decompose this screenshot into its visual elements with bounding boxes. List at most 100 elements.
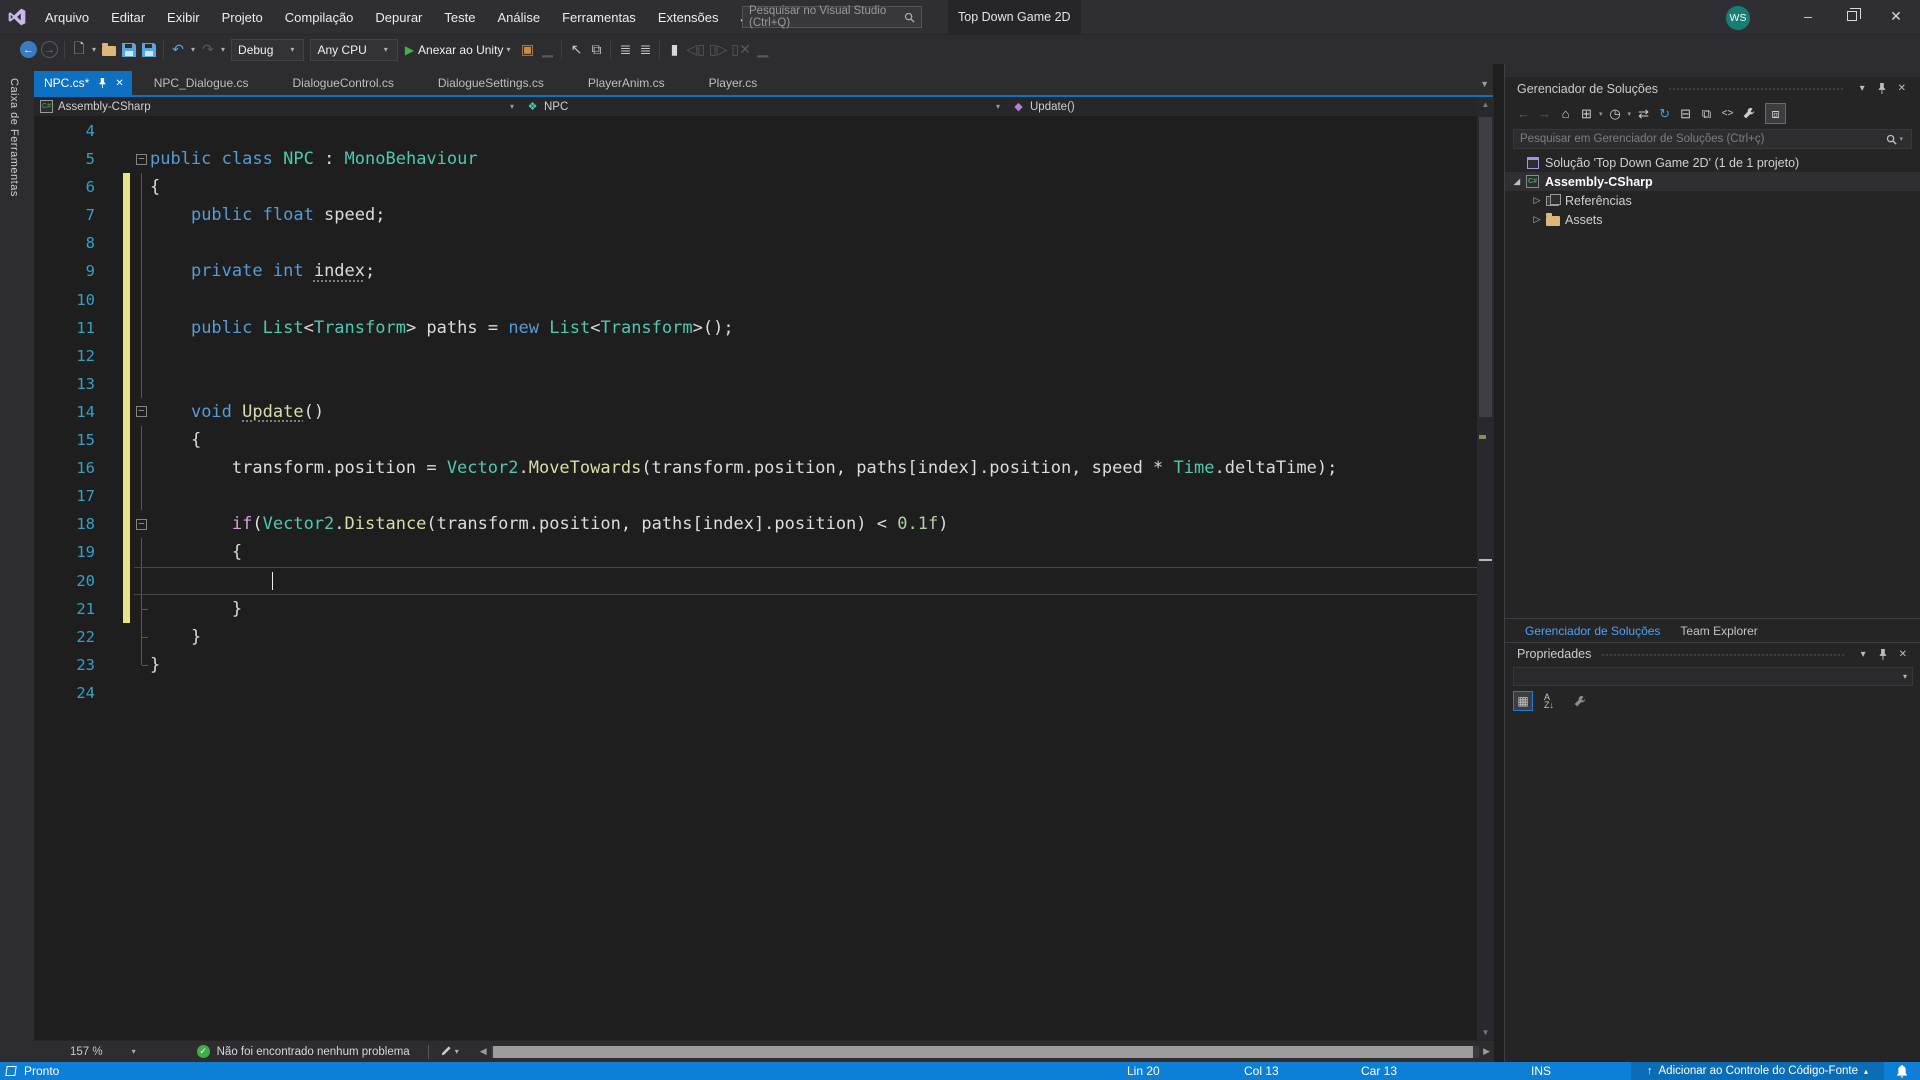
code-line-16[interactable]: 16 transform.position = Vector2.MoveTowa… [34, 454, 1477, 482]
code-line-20[interactable]: 20 [34, 567, 1477, 595]
code-line-4[interactable]: 4 [34, 117, 1477, 145]
scrollbar-thumb[interactable] [1479, 117, 1492, 417]
panel-tab-teamexplorer[interactable]: Team Explorer [1670, 620, 1767, 642]
code-editor[interactable]: 45–public class NPC : MonoBehaviour6{7 p… [34, 117, 1477, 1040]
menu-editar[interactable]: Editar [100, 0, 156, 34]
code-line-11[interactable]: 11 public List<Transform> paths = new Li… [34, 314, 1477, 342]
minimize-button[interactable]: – [1786, 0, 1830, 32]
underscore-icon[interactable]: ▁ [537, 38, 557, 62]
save-all-icon[interactable] [139, 38, 159, 62]
back-icon[interactable]: ← [1513, 103, 1534, 124]
underscore-icon[interactable]: ▁ [753, 38, 773, 62]
sync-icon[interactable]: ⇄ [1633, 103, 1654, 124]
close-icon[interactable]: ✕ [1893, 649, 1913, 660]
indent-increase-icon[interactable]: ≣ [635, 38, 655, 62]
breadcrumb-project[interactable]: C# Assembly-CSharp ▾ [34, 97, 520, 116]
notifications-bell-icon[interactable] [1884, 1065, 1920, 1078]
attach-snapshot-icon[interactable]: ⧉ [586, 38, 606, 62]
code-line-19[interactable]: 19 { [34, 538, 1477, 566]
collapse-minus-icon[interactable]: – [136, 154, 147, 165]
tab-npccs[interactable]: NPC.cs*✕ [34, 71, 132, 95]
add-to-source-control-button[interactable]: ↑ Adicionar ao Controle do Código-Fonte … [1631, 1062, 1884, 1080]
tree-item-assemblycsharp[interactable]: ◢C#Assembly-CSharp [1505, 172, 1920, 191]
close-icon[interactable]: ✕ [1892, 83, 1912, 94]
bookmark-clear-icon[interactable]: ▯✕ [729, 38, 752, 62]
forward-icon[interactable]: → [1534, 103, 1555, 124]
chevron-down-icon[interactable]: ▾ [1628, 110, 1632, 118]
pin-icon[interactable] [98, 78, 106, 88]
pin-icon[interactable] [1871, 83, 1892, 94]
hscroll-track[interactable] [491, 1046, 1479, 1058]
properties-object-select[interactable]: ▾ [1513, 667, 1913, 686]
menu-arquivo[interactable]: Arquivo [34, 0, 100, 34]
property-pages-icon[interactable] [1569, 691, 1589, 711]
code-line-13[interactable]: 13 [34, 370, 1477, 398]
menu-compilacao[interactable]: Compilação [274, 0, 365, 34]
fold-toggle[interactable]: – [134, 145, 150, 173]
menu-projeto[interactable]: Projeto [211, 0, 274, 34]
toolbox-side-tab[interactable]: Caixa de Ferramentas [0, 64, 34, 1062]
undo-dropdown[interactable]: ▾ [188, 45, 198, 54]
collapse-minus-icon[interactable]: – [136, 406, 147, 417]
document-health-indicator[interactable]: ✓ Não foi encontrado nenhum problema [197, 1045, 410, 1058]
code-line-24[interactable]: 24 [34, 679, 1477, 707]
wrench-icon[interactable] [1738, 103, 1759, 124]
scroll-up-icon[interactable]: ▲ [1477, 100, 1494, 109]
code-line-23[interactable]: 23} [34, 651, 1477, 679]
account-avatar[interactable]: WS [1726, 6, 1750, 30]
search-input[interactable]: Pesquisar no Visual Studio (Ctrl+Q) [742, 6, 922, 28]
open-file-icon[interactable] [99, 38, 119, 62]
panel-tab-gerenciadordesolues[interactable]: Gerenciador de Soluções [1515, 620, 1670, 642]
fold-toggle[interactable]: – [134, 510, 150, 538]
code-line-8[interactable]: 8 [34, 229, 1477, 257]
scroll-left-icon[interactable]: ◀ [476, 1046, 491, 1057]
editor-vertical-scrollbar[interactable]: ▲ ✛ ▼ [1477, 97, 1494, 1040]
chevron-down-icon[interactable]: ▾ [1854, 83, 1871, 94]
navigate-forward-icon[interactable]: → [39, 38, 60, 62]
chevron-expanded-icon[interactable]: ◢ [1511, 177, 1523, 186]
tree-item-assets[interactable]: ▷Assets [1505, 210, 1920, 229]
debug-config-select[interactable]: Debug ▾ [231, 39, 304, 61]
show-all-files-icon[interactable]: ⧈ [1765, 103, 1786, 124]
bookmark-next-icon[interactable]: ▯▷ [707, 38, 729, 62]
scroll-right-icon[interactable]: ▶ [1479, 1046, 1494, 1057]
chevron-down-icon[interactable]: ▾ [1855, 649, 1872, 660]
tab-dialoguesettingscs[interactable]: DialogueSettings.cs [416, 71, 566, 95]
navigate-back-icon[interactable]: ← [18, 38, 39, 62]
collapse-all-icon[interactable]: ⊟ [1675, 103, 1696, 124]
code-line-10[interactable]: 10 [34, 286, 1477, 314]
scroll-down-icon[interactable]: ▼ [1477, 1028, 1494, 1037]
save-icon[interactable] [119, 38, 139, 62]
fold-toggle[interactable]: – [134, 398, 150, 426]
code-line-18[interactable]: 18– if(Vector2.Distance(transform.positi… [34, 510, 1477, 538]
pointer-icon[interactable]: ↖ [566, 38, 586, 62]
attach-to-unity-button[interactable]: ▶ Anexar ao Unity ▾ [405, 43, 514, 57]
chevron-down-icon[interactable]: ▾ [1599, 110, 1603, 118]
properties-header[interactable]: Propriedades ▾ ✕ [1505, 642, 1920, 665]
menu-analise[interactable]: Análise [486, 0, 551, 34]
chevron-collapsed-icon[interactable]: ▷ [1531, 214, 1543, 225]
tab-overflow-icon[interactable]: ▼ [1480, 79, 1489, 89]
code-line-17[interactable]: 17 [34, 482, 1477, 510]
code-line-6[interactable]: 6{ [34, 173, 1477, 201]
close-button[interactable]: ✕ [1874, 0, 1918, 32]
redo-icon[interactable]: ↷ [198, 38, 218, 62]
menu-exibir[interactable]: Exibir [156, 0, 211, 34]
close-icon[interactable]: ✕ [115, 78, 123, 89]
solution-explorer-search-input[interactable]: Pesquisar em Gerenciador de Soluções (Ct… [1513, 129, 1912, 149]
tab-npcdialoguecs[interactable]: NPC_Dialogue.cs [132, 71, 271, 95]
tab-dialoguecontrolcs[interactable]: DialogueControl.cs [270, 71, 415, 95]
pending-changes-filter-icon[interactable]: ◷ [1605, 103, 1626, 124]
code-line-9[interactable]: 9 private int index; [34, 257, 1477, 285]
indent-decrease-icon[interactable]: ≣ [615, 38, 635, 62]
chevron-collapsed-icon[interactable]: ▷ [1531, 195, 1543, 206]
refresh-icon[interactable]: ↻ [1654, 103, 1675, 124]
bookmark-icon[interactable]: ▮ [664, 38, 684, 62]
menu-depurar[interactable]: Depurar [364, 0, 433, 34]
code-line-22[interactable]: 22 } [34, 623, 1477, 651]
menu-ferramentas[interactable]: Ferramentas [551, 0, 647, 34]
breadcrumb-member[interactable]: ◆ Update() ▾ [1006, 97, 1492, 116]
code-cleanup-icon[interactable] [439, 1045, 452, 1058]
undo-icon[interactable]: ↶ [168, 38, 188, 62]
code-line-15[interactable]: 15 { [34, 426, 1477, 454]
